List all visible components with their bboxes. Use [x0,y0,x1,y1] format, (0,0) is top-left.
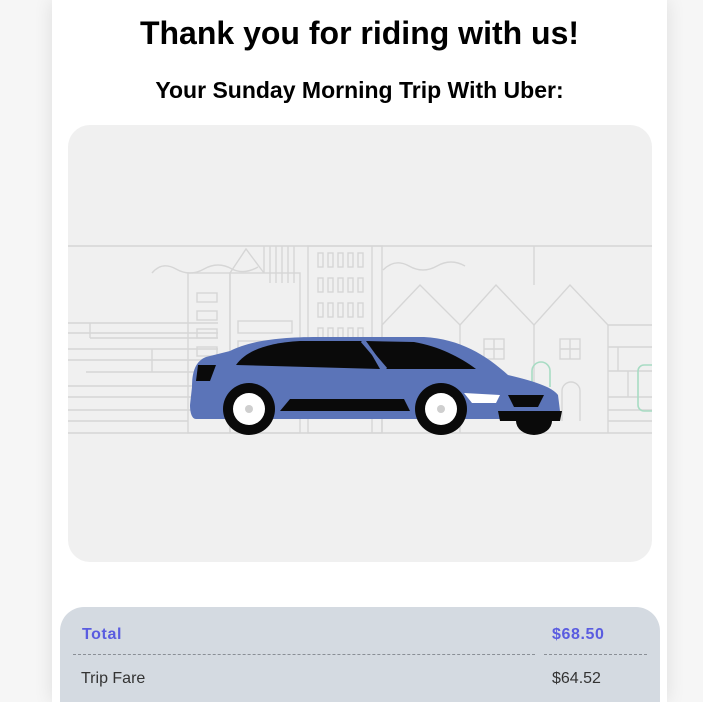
trip-subtitle: Your Sunday Morning Trip With Uber: [155,77,564,103]
trip-fare-value: $64.52 [552,670,601,687]
car-icon [190,337,562,435]
page-title: Thank you for riding with us! [139,15,580,51]
divider [544,654,647,655]
city-car-illustration [68,245,652,435]
fare-summary: Total $68.50 Trip Fare $64.52 [60,607,660,702]
trip-fare-label: Trip Fare [81,670,146,687]
trip-fare-row: Trip Fare $64.52 [60,670,660,700]
divider [73,654,535,655]
car-illustration [68,125,652,562]
total-row: Total $68.50 [60,626,660,656]
total-value: $68.50 [552,626,605,643]
email-receipt-card: Thank you for riding with us! Your Sunda… [52,0,667,702]
total-label: Total [82,626,123,643]
